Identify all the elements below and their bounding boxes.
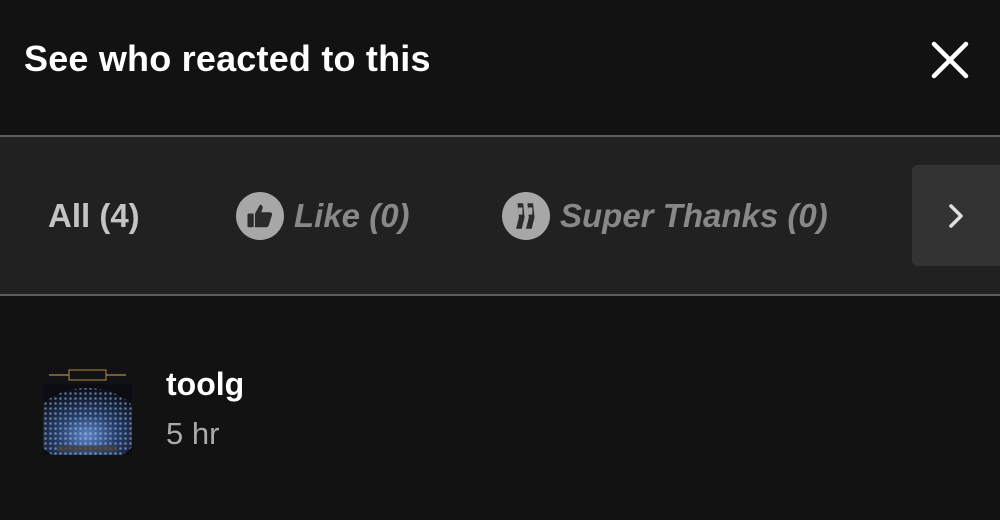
- chevron-right-icon: [949, 203, 963, 228]
- dialog-header: See who reacted to this: [0, 0, 1000, 135]
- close-button[interactable]: [920, 30, 980, 90]
- tab-all-label: All (4): [48, 196, 140, 234]
- tab-all[interactable]: All (4): [48, 137, 140, 294]
- user-name: toolg: [166, 366, 245, 402]
- tab-like-label: Like (0): [294, 196, 410, 234]
- tabs-next-button[interactable]: [912, 165, 1000, 266]
- list-item[interactable]: toolg 5 hr: [0, 356, 1000, 456]
- reaction-time: 5 hr: [166, 416, 220, 451]
- album-art-avatar: [43, 366, 132, 455]
- avatar[interactable]: [43, 366, 132, 455]
- super-thanks-icon: [502, 191, 550, 240]
- tab-like[interactable]: Like (0): [236, 137, 410, 294]
- tab-super-thanks[interactable]: Super Thanks (0): [502, 137, 828, 294]
- reaction-list: toolg 5 hr: [0, 296, 1000, 520]
- reaction-tab-bar: All (4) Like (0) Super Thanks (0): [0, 137, 1000, 294]
- thumbs-up-icon: [236, 191, 284, 240]
- tab-super-thanks-label: Super Thanks (0): [560, 196, 828, 234]
- dialog-title: See who reacted to this: [24, 38, 431, 79]
- close-icon: [931, 41, 969, 79]
